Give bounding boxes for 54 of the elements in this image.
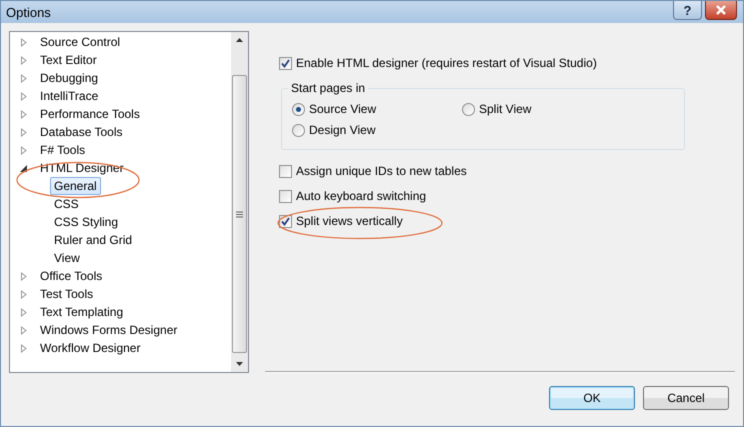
scroll-thumb[interactable]	[232, 75, 247, 353]
tree-item[interactable]: Source Control	[36, 33, 124, 51]
expand-arrow-icon[interactable]	[20, 308, 28, 316]
expand-arrow-icon[interactable]	[20, 344, 28, 352]
tree-item[interactable]: Database Tools	[36, 123, 126, 141]
expand-arrow-icon[interactable]	[20, 56, 28, 64]
scroll-down-icon[interactable]	[236, 362, 243, 366]
tree-item[interactable]: Text Editor	[36, 51, 101, 69]
help-button[interactable]: ?	[673, 1, 702, 20]
tree-item[interactable]: Test Tools	[36, 285, 98, 303]
expand-arrow-icon[interactable]	[20, 272, 28, 280]
tree-item[interactable]: View	[50, 249, 84, 267]
tree-item[interactable]: Ruler and Grid	[50, 231, 136, 249]
expand-arrow-icon[interactable]	[20, 128, 28, 136]
tree-item[interactable]: CSS Styling	[50, 213, 122, 231]
grip-icon	[236, 210, 243, 218]
checkbox-label[interactable]: Auto keyboard switching	[296, 189, 426, 203]
tree-item[interactable]: F# Tools	[36, 141, 90, 159]
tree-item[interactable]: Workflow Designer	[36, 339, 144, 357]
radio-label[interactable]: Design View	[309, 123, 376, 137]
checkbox-label[interactable]: Enable HTML designer (requires restart of Visual Studio)	[296, 56, 597, 70]
expand-arrow-icon[interactable]	[20, 92, 28, 100]
scrollbar[interactable]	[231, 32, 248, 372]
cancel-button[interactable]: Cancel	[643, 386, 729, 410]
tree-item[interactable]: IntelliTrace	[36, 87, 102, 105]
tree-item[interactable]: Debugging	[36, 69, 102, 87]
radio-button[interactable]	[462, 102, 475, 116]
expand-arrow-icon[interactable]	[20, 74, 28, 82]
scroll-up-icon[interactable]	[236, 38, 243, 42]
tree-item[interactable]: Performance Tools	[36, 105, 144, 123]
checkbox[interactable]	[279, 56, 292, 70]
expand-arrow-icon[interactable]	[20, 110, 28, 118]
tree-item[interactable]: Windows Forms Designer	[36, 321, 182, 339]
expand-arrow-icon[interactable]	[20, 146, 28, 154]
close-button[interactable]	[705, 1, 737, 20]
radio-label[interactable]: Split View	[479, 102, 532, 116]
close-icon	[715, 5, 727, 15]
collapse-arrow-icon[interactable]	[20, 164, 28, 172]
radio-button[interactable]	[292, 102, 305, 116]
expand-arrow-icon[interactable]	[20, 290, 28, 298]
expand-arrow-icon[interactable]	[20, 38, 28, 46]
tree-item[interactable]: General	[50, 177, 101, 195]
radio-label[interactable]: Source View	[309, 102, 376, 116]
checkbox[interactable]	[279, 164, 292, 178]
ok-button[interactable]: OK	[549, 386, 635, 410]
tree-item[interactable]: Text Templating	[36, 303, 128, 321]
expand-arrow-icon[interactable]	[20, 326, 28, 334]
group-legend: Start pages in	[288, 81, 368, 95]
window-title: Options	[6, 4, 51, 20]
checkbox[interactable]	[279, 190, 292, 202]
checkbox-label[interactable]: Assign unique IDs to new tables	[296, 164, 467, 178]
radio-button[interactable]	[292, 124, 305, 136]
tree-item[interactable]: CSS	[50, 195, 83, 213]
tree-item[interactable]: Office Tools	[36, 267, 106, 285]
